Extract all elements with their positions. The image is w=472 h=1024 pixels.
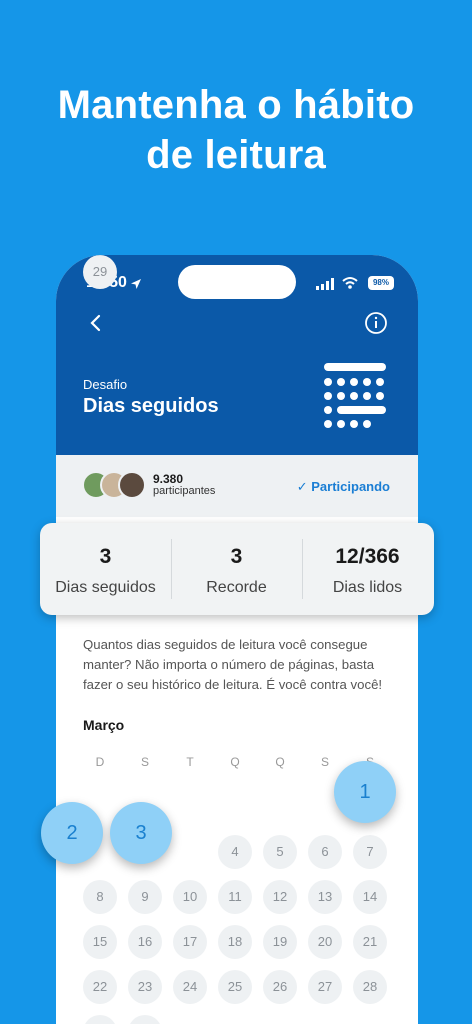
calendar-day[interactable]: 28 bbox=[353, 970, 387, 1004]
calendar-day[interactable] bbox=[128, 1015, 162, 1024]
calendar-day[interactable]: 26 bbox=[263, 970, 297, 1004]
weekday-label: D bbox=[95, 755, 105, 769]
challenge-label: Desafio bbox=[83, 377, 128, 392]
challenge-title: Dias seguidos bbox=[83, 395, 219, 417]
day-bubble-2[interactable]: 2 bbox=[41, 802, 103, 864]
stat-record: 3 Recorde bbox=[171, 523, 302, 615]
calendar-month: Março bbox=[83, 717, 125, 733]
stat-days-read: 12/366 Dias lidos bbox=[302, 523, 433, 615]
back-chevron-icon[interactable] bbox=[84, 311, 108, 335]
headline-line-2: de leitura bbox=[146, 133, 326, 177]
calendar-day[interactable]: 18 bbox=[218, 925, 252, 959]
day-bubble-1[interactable]: 1 bbox=[334, 761, 396, 823]
weekday-label: T bbox=[186, 755, 194, 769]
calendar-day[interactable]: 27 bbox=[308, 970, 342, 1004]
weekday-label: S bbox=[320, 755, 329, 769]
participating-button[interactable]: ✓ Participando bbox=[297, 479, 390, 495]
calendar-day[interactable]: 17 bbox=[173, 925, 207, 959]
weekday-label: S bbox=[140, 755, 149, 769]
challenge-description: Quantos dias seguidos de leitura você co… bbox=[83, 637, 383, 692]
calendar-day[interactable]: 12 bbox=[263, 880, 297, 914]
stat-value: 3 bbox=[99, 545, 112, 568]
signal-icon bbox=[316, 278, 334, 290]
calendar-day[interactable]: 13 bbox=[308, 880, 342, 914]
participant-count: 9.380 bbox=[153, 472, 184, 486]
stats-card: 3 Dias seguidos 3 Recorde 12/366 Dias li… bbox=[40, 523, 434, 615]
calendar-day[interactable]: 22 bbox=[83, 970, 117, 1004]
calendar-day[interactable]: 29 bbox=[83, 255, 117, 289]
headline: Mantenha o hábito de leitura bbox=[0, 80, 472, 180]
headline-line-1: Mantenha o hábito bbox=[57, 83, 415, 127]
stat-value: 3 bbox=[230, 545, 243, 568]
calendar-day[interactable]: 23 bbox=[128, 970, 162, 1004]
calendar-day[interactable]: 9 bbox=[128, 880, 162, 914]
calendar-day[interactable]: 5 bbox=[263, 835, 297, 869]
weekday-label: Q bbox=[230, 755, 240, 769]
calendar-day[interactable]: 8 bbox=[83, 880, 117, 914]
calendar-day[interactable]: 16 bbox=[128, 925, 162, 959]
calendar-day[interactable]: 10 bbox=[173, 880, 207, 914]
stat-value: 12/366 bbox=[335, 545, 400, 568]
location-arrow-icon bbox=[131, 279, 141, 289]
calendar-day[interactable]: 20 bbox=[308, 925, 342, 959]
calendar-day[interactable]: 7 bbox=[353, 835, 387, 869]
calendar-day[interactable]: 25 bbox=[218, 970, 252, 1004]
calendar-day[interactable]: 6 bbox=[308, 835, 342, 869]
stat-streak: 3 Dias seguidos bbox=[40, 523, 171, 615]
phone-frame: 13:50 98% Desafio Dias seguidos bbox=[56, 255, 418, 1024]
weekday-label: Q bbox=[275, 755, 285, 769]
calendar-day[interactable]: 21 bbox=[353, 925, 387, 959]
calendar-day[interactable]: 15 bbox=[83, 925, 117, 959]
avatar-group bbox=[82, 471, 148, 501]
calendar-day[interactable]: 19 bbox=[263, 925, 297, 959]
avatar bbox=[118, 471, 146, 499]
battery-indicator: 98% bbox=[368, 276, 394, 290]
participants-bar: 9.380 participantes ✓ Participando bbox=[56, 455, 418, 517]
wifi-icon bbox=[342, 277, 358, 289]
dotted-logo-icon bbox=[324, 363, 386, 428]
calendar-day[interactable]: 11 bbox=[218, 880, 252, 914]
calendar-day[interactable]: 14 bbox=[353, 880, 387, 914]
calendar-day[interactable]: 4 bbox=[218, 835, 252, 869]
info-icon[interactable] bbox=[364, 311, 388, 335]
stat-label: Dias seguidos bbox=[55, 579, 156, 596]
stat-label: Dias lidos bbox=[332, 579, 403, 596]
participant-count-label: participantes bbox=[153, 485, 216, 497]
stat-label: Recorde bbox=[206, 579, 267, 596]
day-bubble-3[interactable]: 3 bbox=[110, 802, 172, 864]
dynamic-island bbox=[178, 265, 296, 299]
calendar-day[interactable] bbox=[83, 1015, 117, 1024]
calendar-day[interactable]: 24 bbox=[173, 970, 207, 1004]
